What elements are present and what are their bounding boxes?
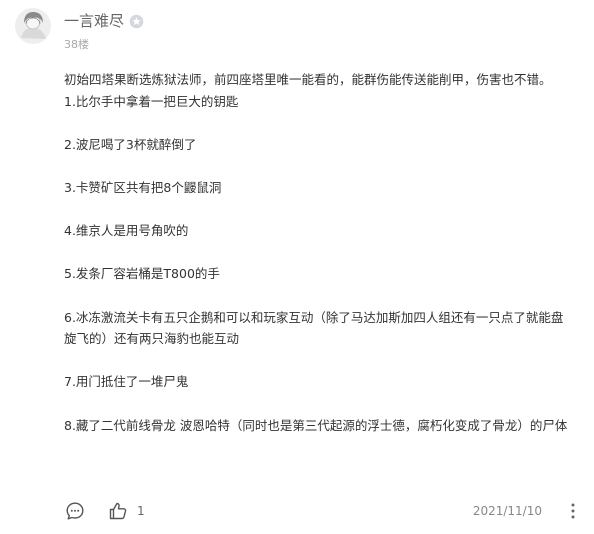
- comment-button[interactable]: [64, 500, 86, 522]
- action-bar: 1 2021/11/10: [64, 498, 580, 524]
- post-paragraph: 3.卡赞矿区共有把8个鼹鼠洞: [64, 179, 222, 195]
- post-date: 2021/11/10: [472, 504, 542, 518]
- post-paragraph: 6.冰冻激流关卡有五只企鹅和可以和玩家互动（除了马达加斯加四人组还有一只点了就能…: [64, 309, 564, 347]
- username[interactable]: 一言难尽: [64, 11, 124, 31]
- avatar-image: [15, 8, 51, 44]
- post-paragraph: 5.发条厂容岩桶是T800的手: [64, 266, 220, 282]
- more-vertical-icon: [571, 503, 575, 519]
- thumbs-up-icon: [109, 502, 127, 520]
- avatar[interactable]: [15, 8, 51, 44]
- post-paragraph: 7.用门抵住了一堆尸鬼: [64, 374, 189, 390]
- post-content: 初始四塔果断选炼狱法师，前四座塔里唯一能看的，能群伤能传送能削甲，伤害也不错。 …: [64, 69, 572, 436]
- like-button[interactable]: 1: [108, 501, 145, 521]
- comment-icon: [66, 502, 84, 520]
- post-paragraph: 2.波尼喝了3杯就醉倒了: [64, 136, 197, 152]
- post-paragraph: 1.比尔手中拿着一把巨大的钥匙: [64, 93, 239, 109]
- floor-number: 38楼: [64, 38, 89, 51]
- more-button[interactable]: [566, 500, 580, 522]
- post-paragraph: 8.藏了二代前线骨龙 波恩哈特（同时也是第三代起源的浮士德，腐朽化变成了骨龙）的…: [64, 417, 568, 433]
- level-badge-icon: [129, 14, 144, 29]
- post-paragraph: 4.维京人是用号角吹的: [64, 223, 189, 239]
- like-count: 1: [137, 504, 145, 518]
- author-row: 一言难尽: [64, 11, 144, 31]
- post-paragraph: 初始四塔果断选炼狱法师，前四座塔里唯一能看的，能群伤能传送能削甲，伤害也不错。: [64, 72, 552, 87]
